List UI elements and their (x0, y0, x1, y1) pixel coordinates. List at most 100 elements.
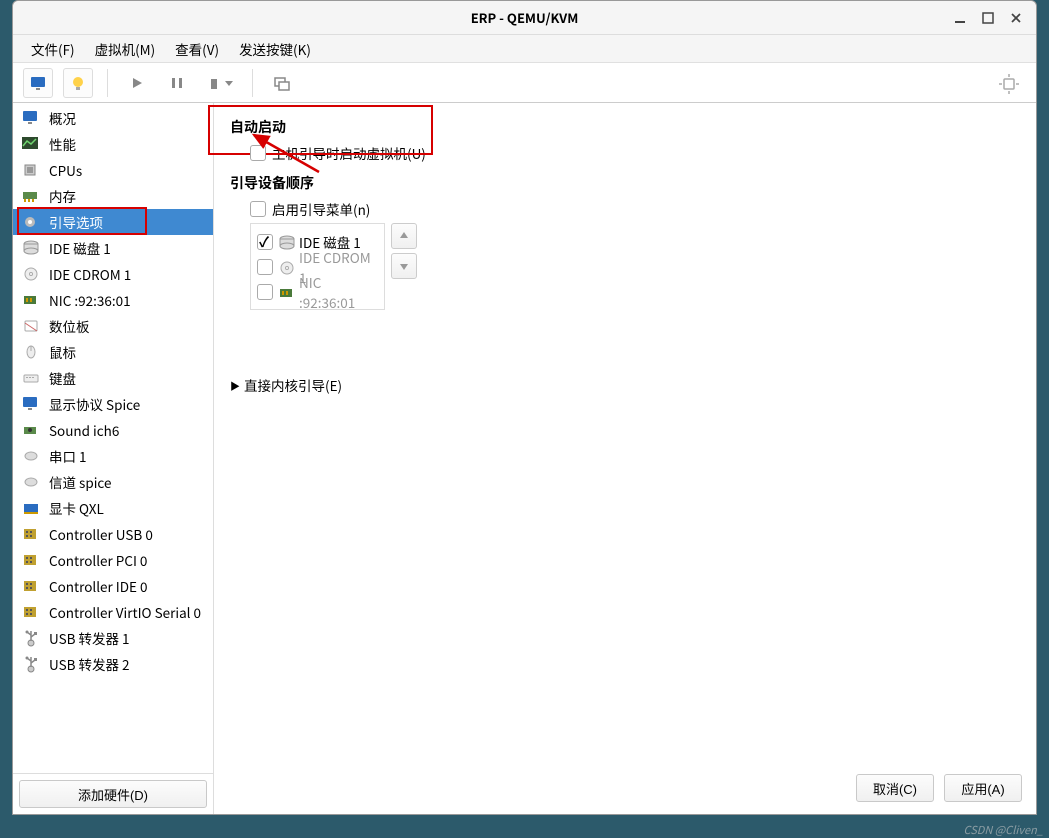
dialog-footer: 取消(C) 应用(A) (856, 774, 1022, 802)
sidebar-item-21[interactable]: USB 转发器 2 (13, 651, 213, 677)
cd-icon (278, 260, 294, 274)
titlebar: ERP - QEMU/KVM (13, 1, 1036, 35)
toolbar (13, 63, 1036, 103)
fullscreen-button[interactable] (994, 69, 1024, 99)
controller-icon (21, 602, 41, 622)
poweroff-dropdown[interactable] (202, 68, 238, 98)
sidebar-item-0[interactable]: 概况 (13, 105, 213, 131)
sidebar-item-2[interactable]: CPUs (13, 157, 213, 183)
apply-button[interactable]: 应用(A) (944, 774, 1022, 802)
boot-device-label: NIC :92:36:01 (299, 272, 378, 312)
boot-device-row[interactable]: NIC :92:36:01 (257, 279, 378, 304)
boot-move-up-button[interactable] (391, 223, 417, 249)
menu-file[interactable]: 文件(F) (21, 37, 85, 61)
sidebar-item-9[interactable]: 鼠标 (13, 339, 213, 365)
sidebar-item-label: 串口 1 (49, 446, 87, 466)
sidebar-item-7[interactable]: NIC :92:36:01 (13, 287, 213, 313)
sidebar-item-label: NIC :92:36:01 (49, 290, 131, 310)
sidebar-item-15[interactable]: 显卡 QXL (13, 495, 213, 521)
bulb-button[interactable] (63, 68, 93, 98)
keyboard-icon (21, 368, 41, 388)
content-pane: 自动启动 主机引导时启动虚拟机(U) 引导设备顺序 启用引导菜单(n) IDE … (214, 103, 1036, 814)
sidebar-item-6[interactable]: IDE CDROM 1 (13, 261, 213, 287)
serial-icon (21, 472, 41, 492)
serial-icon (21, 446, 41, 466)
sidebar-item-label: USB 转发器 2 (49, 654, 130, 674)
sidebar-item-label: 键盘 (49, 368, 76, 388)
minimize-button[interactable] (946, 4, 974, 32)
window-title: ERP - QEMU/KVM (471, 8, 579, 27)
cancel-button[interactable]: 取消(C) (856, 774, 934, 802)
enable-boot-menu-checkbox[interactable] (250, 201, 266, 217)
kernel-boot-label: 直接内核引导(E) (244, 375, 342, 395)
sidebar-item-14[interactable]: 信道 spice (13, 469, 213, 495)
sidebar-item-13[interactable]: 串口 1 (13, 443, 213, 469)
boot-device-checkbox[interactable] (257, 259, 273, 275)
sidebar-item-16[interactable]: Controller USB 0 (13, 521, 213, 547)
bootorder-title: 引导设备顺序 (230, 173, 1020, 193)
sound-icon (21, 420, 41, 440)
sidebar-item-label: IDE 磁盘 1 (49, 238, 111, 258)
autostart-label: 主机引导时启动虚拟机(U) (272, 143, 426, 163)
monitor-icon (21, 394, 41, 414)
pause-button[interactable] (162, 68, 192, 98)
kernel-boot-expander[interactable]: ▶ 直接内核引导(E) (230, 375, 1020, 395)
boot-device-checkbox[interactable] (257, 284, 273, 300)
sidebar-item-label: Sound ich6 (49, 420, 119, 440)
disk-icon (21, 238, 41, 258)
sidebar-item-8[interactable]: 数位板 (13, 313, 213, 339)
sidebar-item-3[interactable]: 内存 (13, 183, 213, 209)
cpu-icon (21, 160, 41, 180)
sidebar-item-5[interactable]: IDE 磁盘 1 (13, 235, 213, 261)
sidebar-item-18[interactable]: Controller IDE 0 (13, 573, 213, 599)
sidebar: 概况性能 CPUs 内存引导选项 IDE 磁盘 1 IDE CDROM 1 NIC :92… (13, 103, 214, 814)
boot-device-list[interactable]: IDE 磁盘 1IDE CDROM 1NIC :92:36:01 (250, 223, 385, 310)
vm-details-window: ERP - QEMU/KVM 文件(F) 虚拟机(M) 查看(V) 发送按键(K… (12, 0, 1037, 815)
menu-view[interactable]: 查看(V) (165, 37, 229, 61)
sidebar-item-label: 性能 (49, 134, 76, 154)
console-view-button[interactable] (23, 68, 53, 98)
sidebar-item-12[interactable]: Sound ich6 (13, 417, 213, 443)
sidebar-item-label: 概况 (49, 108, 76, 128)
sidebar-item-label: 内存 (49, 186, 76, 206)
sidebar-item-label: 引导选项 (49, 212, 103, 232)
window-controls (946, 1, 1030, 35)
watermark: CSDN @Cliven_ (964, 822, 1043, 838)
sidebar-item-label: Controller VirtIO Serial 0 (49, 602, 201, 622)
hardware-list[interactable]: 概况性能 CPUs 内存引导选项 IDE 磁盘 1 IDE CDROM 1 NIC :92… (13, 103, 213, 774)
sidebar-item-19[interactable]: Controller VirtIO Serial 0 (13, 599, 213, 625)
usb-icon (21, 654, 41, 674)
sidebar-item-10[interactable]: 键盘 (13, 365, 213, 391)
sidebar-item-20[interactable]: USB 转发器 1 (13, 625, 213, 651)
enable-boot-menu-label: 启用引导菜单(n) (272, 199, 370, 219)
maximize-button[interactable] (974, 4, 1002, 32)
monitor-icon (21, 108, 41, 128)
menu-vm[interactable]: 虚拟机(M) (85, 37, 166, 61)
sidebar-item-label: IDE CDROM 1 (49, 264, 131, 284)
menubar: 文件(F) 虚拟机(M) 查看(V) 发送按键(K) (13, 35, 1036, 63)
gpu-icon (21, 498, 41, 518)
add-hardware-button[interactable]: 添加硬件(D) (19, 780, 207, 808)
sidebar-item-11[interactable]: 显示协议 Spice (13, 391, 213, 417)
sidebar-item-label: 数位板 (49, 316, 90, 336)
menu-sendkeys[interactable]: 发送按键(K) (229, 37, 321, 61)
snapshot-button[interactable] (267, 68, 297, 98)
boot-move-down-button[interactable] (391, 253, 417, 279)
close-button[interactable] (1002, 4, 1030, 32)
sidebar-item-label: Controller PCI 0 (49, 550, 147, 570)
mouse-icon (21, 342, 41, 362)
play-button[interactable] (122, 68, 152, 98)
sidebar-item-1[interactable]: 性能 (13, 131, 213, 157)
boot-device-checkbox[interactable] (257, 234, 273, 250)
autostart-checkbox[interactable] (250, 145, 266, 161)
disk-icon (278, 235, 294, 249)
sidebar-item-4[interactable]: 引导选项 (13, 209, 213, 235)
nic-icon (278, 285, 294, 299)
gear-icon (21, 212, 41, 232)
sidebar-item-17[interactable]: Controller PCI 0 (13, 547, 213, 573)
nic-icon (21, 290, 41, 310)
chart-icon (21, 134, 41, 154)
sidebar-item-label: Controller IDE 0 (49, 576, 148, 596)
usb-icon (21, 628, 41, 648)
chevron-right-icon: ▶ (230, 378, 240, 393)
